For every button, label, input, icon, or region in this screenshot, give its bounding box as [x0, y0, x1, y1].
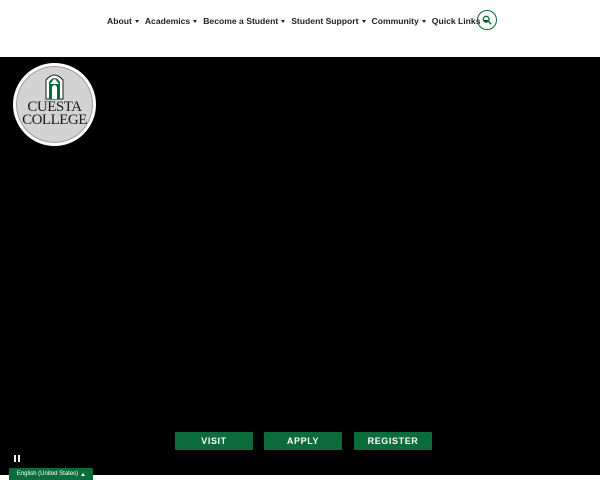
nav-item-community[interactable]: Community [372, 16, 426, 26]
caret-down-icon [361, 19, 366, 23]
nav-item-about[interactable]: About [107, 16, 139, 26]
cuesta-college-logo[interactable]: CUESTA COLLEGE [13, 63, 96, 146]
pause-icon-bar [18, 455, 20, 462]
nav-item-label: Quick Links [431, 16, 481, 26]
nav-item-label: Become a Student [203, 16, 279, 26]
nav-item-become-a-student[interactable]: Become a Student [203, 16, 286, 26]
nav-item-label: Community [371, 16, 419, 26]
register-button[interactable]: REGISTER [354, 432, 432, 450]
top-navigation-bar: About Academics Become a Student Student… [0, 0, 600, 57]
mission-arch-icon [45, 74, 64, 100]
pause-icon-bar [14, 455, 16, 462]
language-selector[interactable]: English (United States) [9, 468, 93, 480]
caret-down-icon [134, 19, 139, 23]
search-button[interactable] [477, 10, 497, 30]
nav-item-student-support[interactable]: Student Support [291, 16, 366, 26]
cta-button-row: VISIT APPLY REGISTER [0, 432, 600, 450]
nav-item-label: About [107, 16, 132, 26]
caret-down-icon [193, 19, 198, 23]
main-nav: About Academics Become a Student Student… [107, 14, 488, 28]
nav-item-label: Student Support [291, 16, 359, 26]
caret-down-icon [281, 19, 286, 23]
search-icon [482, 15, 492, 25]
pause-video-button[interactable] [14, 455, 22, 463]
nav-item-academics[interactable]: Academics [144, 16, 198, 26]
nav-item-label: Academics [144, 16, 191, 26]
language-label: English (United States) [16, 471, 79, 477]
apply-button[interactable]: APPLY [264, 432, 342, 450]
caret-down-icon [421, 19, 426, 23]
logo-text-line2: COLLEGE [22, 112, 87, 128]
caret-up-icon [81, 472, 86, 476]
visit-button[interactable]: VISIT [175, 432, 253, 450]
